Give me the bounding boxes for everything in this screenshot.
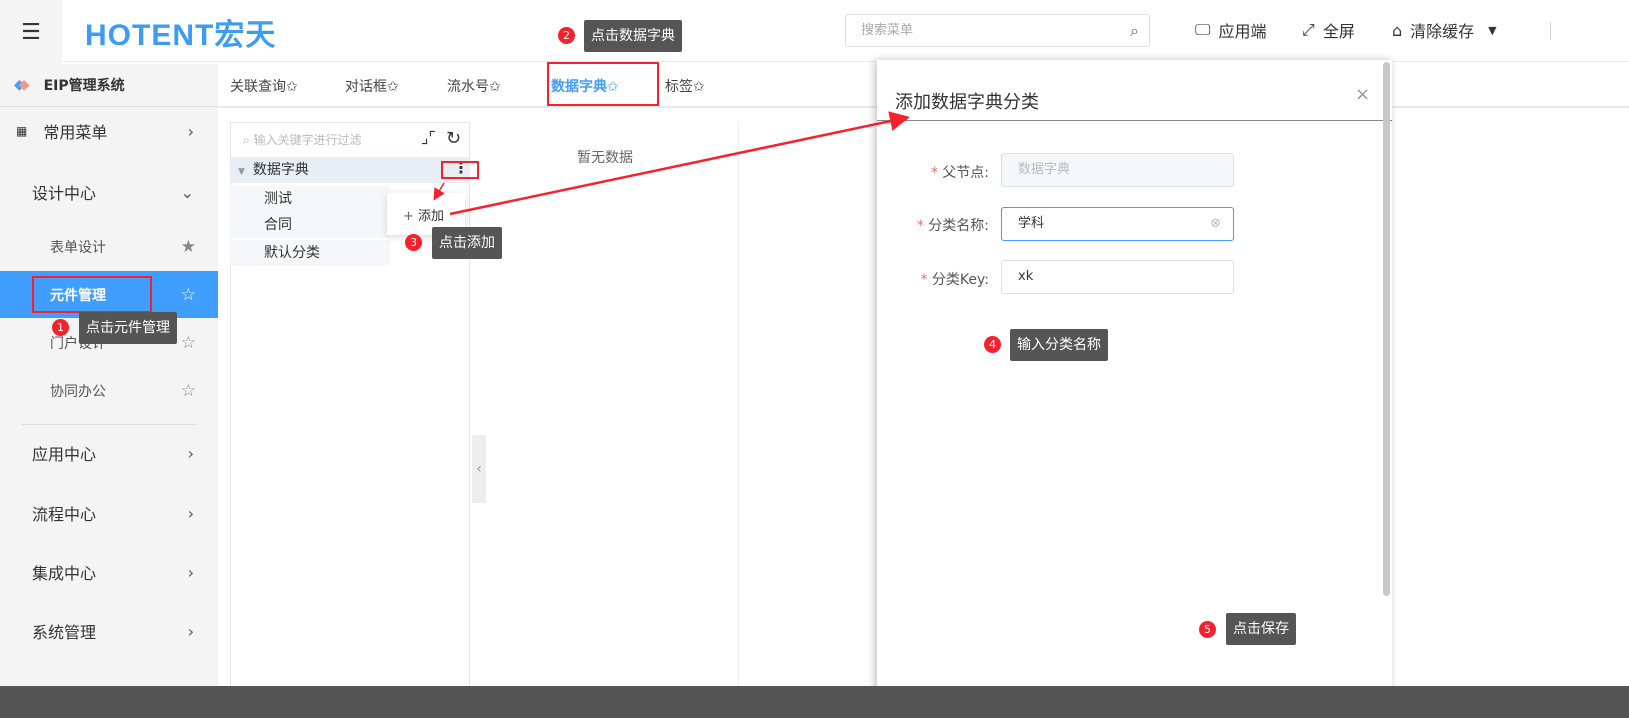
close-icon[interactable]: × <box>1355 84 1370 105</box>
sidebar-item-integration-center[interactable]: 集成中心 › <box>0 549 218 595</box>
highlight-box <box>32 276 152 313</box>
annotation-label: 点击保存 <box>1226 613 1296 645</box>
fullscreen-button[interactable]: ⤢ 全屏 <box>1302 18 1355 42</box>
diamond-logo-icon: ◆◆ <box>14 77 30 93</box>
tab-dialog[interactable]: 对话框✩ <box>345 76 399 96</box>
sidebar-item-app-center[interactable]: 应用中心 › <box>0 430 218 476</box>
divider <box>1550 22 1551 40</box>
step-number: 5 <box>1199 621 1216 638</box>
chevron-right-icon: › <box>187 121 194 141</box>
search-icon: ⌕ <box>1130 21 1139 40</box>
label: 流程中心 <box>32 505 97 524</box>
chevron-right-icon: › <box>187 562 194 582</box>
scrollbar[interactable] <box>1383 62 1390 596</box>
tree-node-root[interactable]: ▼ 数据字典 <box>230 157 470 183</box>
star-icon[interactable]: ★ <box>181 237 196 257</box>
arrow <box>449 111 910 216</box>
collapse-handle[interactable]: ‹ <box>472 435 486 503</box>
monitor-icon: 🖵 <box>1195 20 1211 39</box>
tree-node[interactable]: 默认分类 <box>230 240 390 266</box>
divider <box>738 122 739 690</box>
value: 学科 <box>1018 216 1045 231</box>
caret-down-icon: ▼ <box>238 167 245 177</box>
sidebar-item-common[interactable]: ▦ 常用菜单 › <box>0 108 218 154</box>
app-end-button[interactable]: 🖵 应用端 <box>1195 18 1266 42</box>
star-outline-icon[interactable]: ☆ <box>181 333 196 353</box>
sidebar-item-collab-office[interactable]: 协同办公 ☆ <box>0 368 218 414</box>
sidebar-item-system-mgmt[interactable]: 系统管理 › <box>0 608 218 654</box>
divider <box>877 120 1392 121</box>
chevron-right-icon: › <box>187 503 194 523</box>
tab-tag[interactable]: 标签✩ <box>665 76 705 96</box>
step-number: 4 <box>984 336 1001 353</box>
broom-icon: ⌂ <box>1392 20 1403 40</box>
label: 数据字典 <box>252 162 309 178</box>
star-outline-icon[interactable]: ☆ <box>181 285 196 305</box>
empty-text: 暂无数据 <box>577 150 633 166</box>
fullscreen-label: 全屏 <box>1322 22 1355 41</box>
category-key-input[interactable]: xk <box>1001 260 1234 294</box>
category-key-label: * 分类Key: <box>920 272 989 288</box>
clear-icon[interactable]: ⊗ <box>1210 208 1221 240</box>
sidebar-item-flow-center[interactable]: 流程中心 › <box>0 490 218 536</box>
sidebar-item-design-center[interactable]: 设计中心 ⌄ <box>0 169 218 215</box>
tab-serial-number[interactable]: 流水号✩ <box>447 76 501 96</box>
clear-cache-label: 清除缓存 <box>1410 22 1475 41</box>
divider <box>22 424 196 425</box>
add-label: 添加 <box>418 209 445 224</box>
tab-related-query[interactable]: 关联查询✩ <box>230 76 298 96</box>
highlight-box <box>547 62 659 106</box>
caret-down-icon: ▼ <box>1488 23 1497 37</box>
annotation-label: 输入分类名称 <box>1010 329 1108 361</box>
menu-toggle-icon[interactable]: ☰ <box>0 0 62 64</box>
chevron-down-icon: ⌄ <box>180 182 194 202</box>
search-menu-input[interactable]: 搜索菜单 ⌕ <box>845 14 1150 47</box>
step-number: 3 <box>405 234 422 251</box>
category-name-label: * 分类名称: <box>916 218 989 234</box>
tree-filter-input[interactable]: ⌕ 输入关键字进行过滤 <box>243 131 362 148</box>
tree-node[interactable]: 测试 <box>230 186 390 212</box>
parent-node-field: 数据字典 <box>1001 153 1234 187</box>
logo: HOTENT宏天 <box>85 19 277 52</box>
label: 协同办公 <box>50 384 106 400</box>
app-end-label: 应用端 <box>1218 22 1267 41</box>
label: 常用菜单 <box>43 123 108 142</box>
annotation-label: 点击添加 <box>432 227 502 259</box>
refresh-icon[interactable]: ↻ <box>446 128 461 149</box>
grid-icon: ▦ <box>16 124 28 138</box>
chevron-right-icon: › <box>187 443 194 463</box>
dialog-title: 添加数据字典分类 <box>895 92 1039 113</box>
plus-icon: + <box>403 209 419 224</box>
search-placeholder: 搜索菜单 <box>861 23 914 38</box>
parent-node-label: * 父节点: <box>930 165 989 181</box>
step-number: 1 <box>52 319 69 336</box>
tree-node[interactable]: 合同 <box>230 212 390 238</box>
highlight-box <box>441 161 479 179</box>
expand-icon: ⤢ <box>1302 20 1315 39</box>
chevron-right-icon: › <box>187 621 194 641</box>
system-title-text: EIP管理系统 <box>43 78 125 94</box>
bottom-bar <box>0 686 1629 718</box>
category-name-input[interactable]: 学科 ⊗ <box>1001 207 1234 241</box>
filter-placeholder: 输入关键字进行过滤 <box>253 133 362 147</box>
label: 表单设计 <box>50 240 106 256</box>
label: 应用中心 <box>32 445 97 464</box>
clear-cache-button[interactable]: ⌂ 清除缓存 ▼ <box>1392 18 1497 42</box>
system-title: ◆◆ EIP管理系统 <box>0 64 218 107</box>
label: 系统管理 <box>32 623 97 642</box>
star-outline-icon[interactable]: ☆ <box>181 381 196 401</box>
step-number: 2 <box>558 27 575 44</box>
annotation-label: 点击数据字典 <box>584 20 682 52</box>
collapse-icon[interactable]: ⌟⌜ <box>421 128 436 147</box>
label: 设计中心 <box>32 184 97 203</box>
sidebar-item-form-design[interactable]: 表单设计 ★ <box>0 224 218 270</box>
annotation-label: 点击元件管理 <box>79 312 177 344</box>
label: 集成中心 <box>32 564 97 583</box>
